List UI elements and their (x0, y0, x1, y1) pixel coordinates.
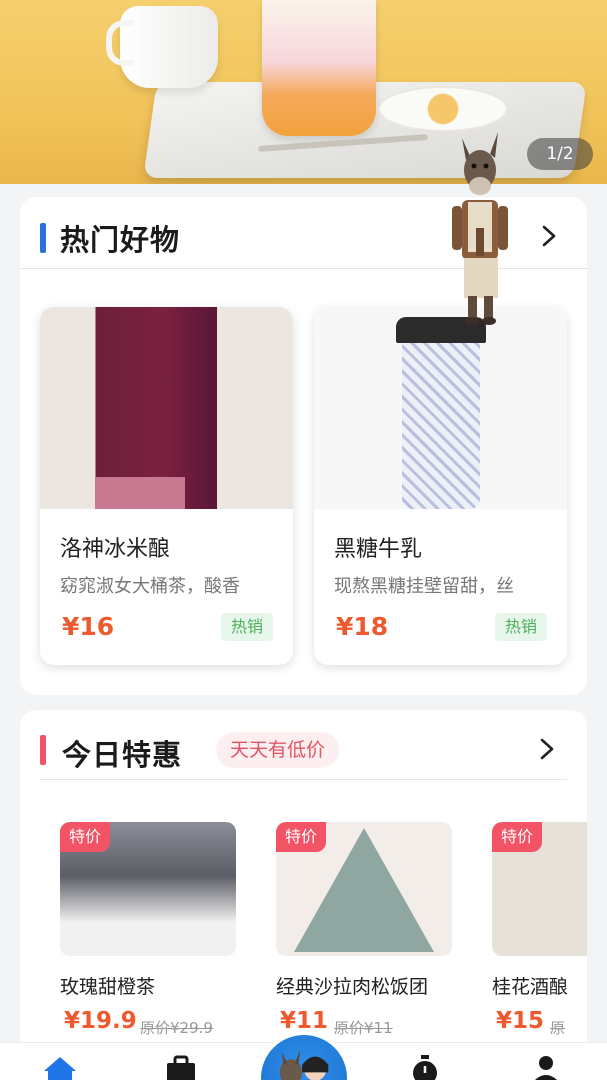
product-card[interactable]: 洛神冰米酿 窈窕淑女大桶茶，酸香 ¥16 热销 (40, 307, 293, 665)
product-card[interactable]: 黑糖牛乳 现熬黑糖挂壁留甜，丝 ¥18 热销 (314, 307, 567, 665)
daily-deals-section: 今日特惠 天天有低价 特价 玫瑰甜橙茶 ¥19.9 原价¥29.9 特价 经典沙… (20, 710, 587, 1070)
deal-price: ¥19.9 (64, 1008, 137, 1034)
home-icon[interactable] (42, 1053, 78, 1080)
timer-icon[interactable] (407, 1053, 443, 1080)
banner-milk-jug (106, 6, 218, 88)
banner-plate (378, 86, 508, 132)
product-desc: 现熬黑糖挂壁留甜，丝 (334, 576, 514, 597)
special-price-tag: 特价 (492, 822, 543, 852)
deal-image: 特价 (492, 822, 587, 956)
product-desc: 窈窕淑女大桶茶，酸香 (60, 576, 240, 597)
deals-section-title: 今日特惠 (62, 738, 183, 772)
hot-accent-bar (40, 223, 46, 253)
hot-section-title: 热门好物 (60, 223, 181, 257)
chevron-right-icon[interactable] (539, 223, 559, 249)
hot-sale-badge: 热销 (494, 613, 547, 641)
deal-original-price: 原 (550, 1019, 566, 1037)
special-price-tag: 特价 (60, 822, 111, 852)
deal-name: 经典沙拉肉松饭团 (276, 976, 429, 998)
deal-image: 特价 (276, 822, 452, 956)
deals-section-header[interactable]: 今日特惠 天天有低价 (40, 710, 567, 780)
deals-accent-bar (40, 735, 46, 765)
low-price-tag: 天天有低价 (216, 732, 340, 768)
banner-drink-cup (262, 0, 376, 136)
product-price: ¥16 (62, 612, 115, 641)
chevron-right-icon[interactable] (537, 736, 557, 762)
product-price: ¥18 (336, 612, 389, 641)
deal-image: 特价 (60, 822, 236, 956)
product-name: 洛神冰米酿 (60, 537, 171, 562)
product-name: 黑糖牛乳 (334, 537, 423, 562)
donkey-mascot[interactable] (440, 128, 520, 328)
product-image (40, 307, 293, 509)
bag-icon[interactable] (163, 1053, 199, 1080)
deal-price: ¥11 (280, 1008, 329, 1034)
deal-name: 桂花酒酿 (492, 976, 569, 998)
product-image (314, 307, 567, 509)
deal-original-price: 原价¥11 (334, 1019, 393, 1037)
hot-sale-badge: 热销 (220, 613, 273, 641)
banner-pager: 1/2 (527, 138, 593, 170)
deal-original-price: 原价¥29.9 (140, 1019, 213, 1037)
profile-icon[interactable] (528, 1053, 564, 1080)
cup-body (402, 343, 480, 509)
deal-name: 玫瑰甜橙茶 (60, 976, 156, 998)
deal-price: ¥15 (496, 1008, 545, 1034)
special-price-tag: 特价 (276, 822, 327, 852)
